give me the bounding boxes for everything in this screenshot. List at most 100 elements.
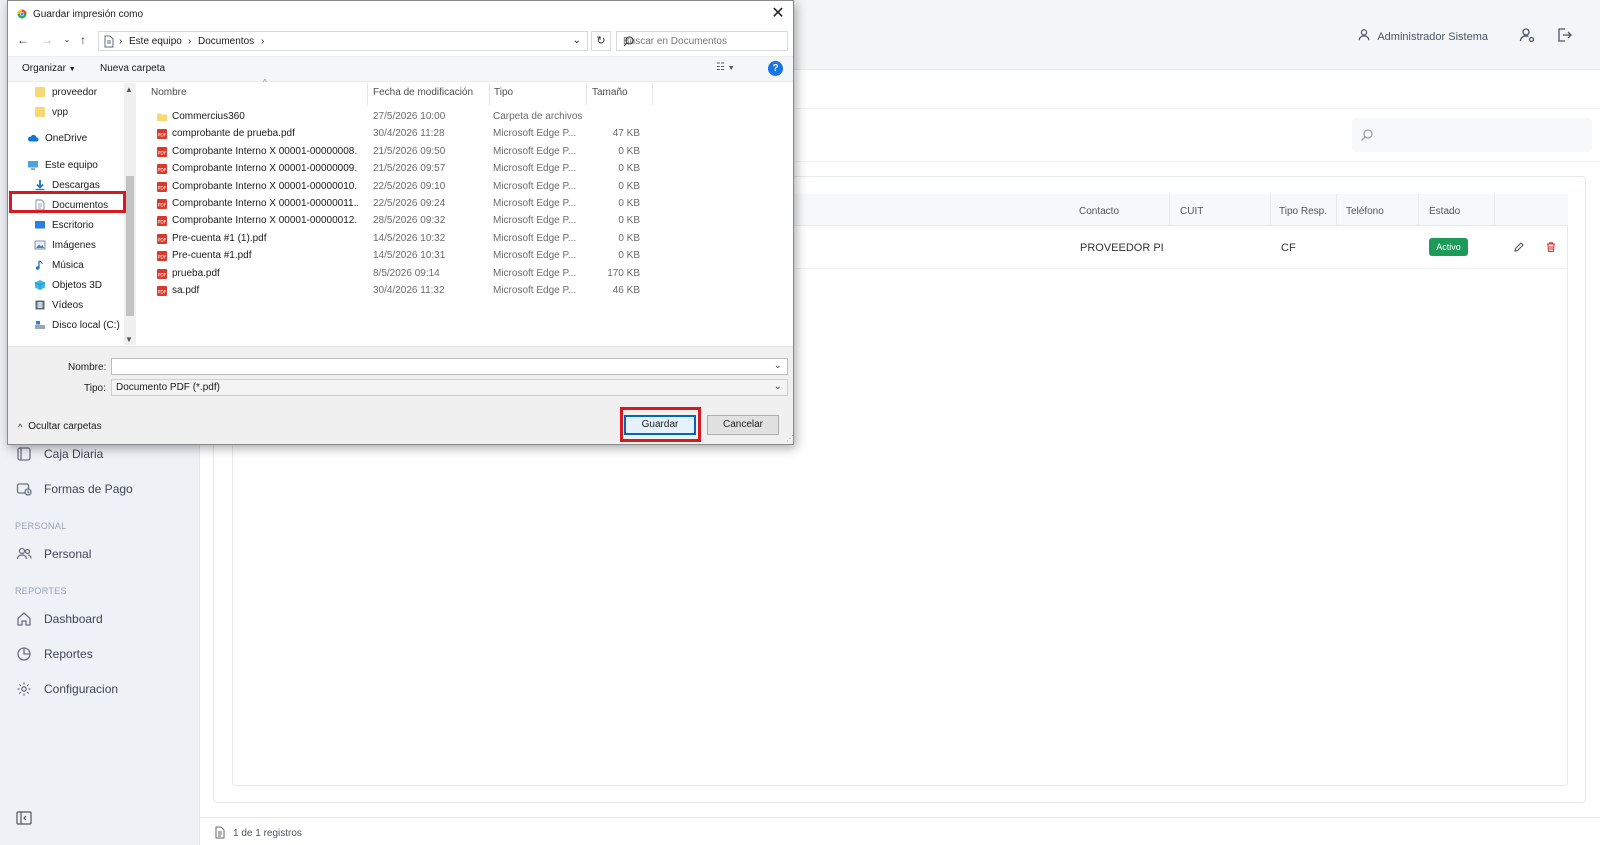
col-cuit[interactable]: CUIT <box>1180 206 1203 217</box>
dialog-search-input[interactable]: Buscar en Documentos <box>616 31 788 51</box>
close-icon[interactable]: ✕ <box>769 5 787 23</box>
file-name: Commercius360 <box>172 111 245 122</box>
col-separator[interactable] <box>586 83 587 105</box>
file-name: Comprobante Interno X 00001-00000010.... <box>172 180 358 192</box>
pdf-icon: PDF <box>156 250 168 262</box>
users-icon <box>16 546 32 562</box>
cancel-button[interactable]: Cancelar <box>707 415 779 435</box>
user-settings-icon[interactable] <box>1518 26 1536 44</box>
chevron-down-icon: ⌄ <box>773 381 782 392</box>
nav-item-este-equipo[interactable]: Este equipo <box>27 157 98 173</box>
nav-item-onedrive[interactable]: OneDrive <box>27 130 87 146</box>
folder-icon <box>34 106 46 118</box>
forward-arrow-icon[interactable]: → <box>40 33 54 47</box>
nav-item-videos[interactable]: Vídeos <box>34 297 83 313</box>
col-tamano[interactable]: Tamaño <box>592 87 628 98</box>
file-type-select[interactable]: Documento PDF (*.pdf) ⌄ <box>111 379 788 396</box>
scroll-down-icon[interactable]: ▼ <box>125 335 133 344</box>
documents-small-icon <box>103 35 115 48</box>
file-row[interactable]: PDF Comprobante Interno X 00001-00000012.… <box>156 213 646 230</box>
file-type: Microsoft Edge P... <box>493 145 577 157</box>
file-row[interactable]: Commercius360 27/5/2026 10:00 Carpeta de a… <box>156 109 646 126</box>
navigation-bar: ← → ⌄ ↑ › Este equipo › Documentos › ⌄ ↻… <box>8 29 793 53</box>
home-icon <box>16 611 32 627</box>
col-tipo[interactable]: Tipo <box>494 87 513 98</box>
col-telefono[interactable]: Teléfono <box>1346 206 1384 217</box>
breadcrumb-este-equipo[interactable]: Este equipo <box>129 36 182 47</box>
col-separator[interactable] <box>489 83 490 105</box>
nav-item-vpp[interactable]: vpp <box>34 104 68 120</box>
nav-item-label: Disco local (C:) <box>52 319 120 331</box>
breadcrumb-chevron-icon[interactable]: › <box>261 36 264 47</box>
nav-item-objetos-3d[interactable]: Objetos 3D <box>34 277 102 293</box>
refresh-icon[interactable]: ↻ <box>591 31 611 51</box>
folder-icon <box>156 111 168 123</box>
nav-item-escritorio[interactable]: Escritorio <box>34 217 94 233</box>
file-row[interactable]: PDF Comprobante Interno X 00001-00000008.… <box>156 144 646 161</box>
edit-icon[interactable] <box>1513 240 1525 252</box>
breadcrumb-documentos[interactable]: Documentos <box>198 36 254 47</box>
col-fecha[interactable]: Fecha de modificación <box>373 87 473 98</box>
file-row[interactable]: PDF Pre-cuenta #1.pdf 14/5/2026 10:31 Micro… <box>156 248 646 265</box>
file-date: 28/5/2026 09:32 <box>373 215 446 227</box>
file-name-input[interactable]: ⌄ <box>111 358 788 375</box>
nav-pane-scroll-thumb[interactable] <box>126 176 134 316</box>
file-name: Comprobante Interno X 00001-00000008.... <box>172 145 358 157</box>
file-name: Comprobante Interno X 00001-00000009.... <box>172 163 358 175</box>
svg-text:PDF: PDF <box>158 185 167 191</box>
col-contacto[interactable]: Contacto <box>1079 206 1119 217</box>
address-bar[interactable]: › Este equipo › Documentos › ⌄ <box>98 31 588 51</box>
file-row[interactable]: PDF prueba.pdf 8/5/2026 09:14 Microsoft Edg… <box>156 266 646 283</box>
svg-text:PDF: PDF <box>158 237 167 243</box>
music-icon <box>34 259 46 271</box>
col-separator[interactable] <box>367 83 368 105</box>
scroll-up-icon[interactable]: ▲ <box>125 85 133 94</box>
sidebar-item-dashboard[interactable]: Dashboard <box>16 608 103 630</box>
hide-folders-toggle[interactable]: ^ Ocultar carpetas <box>18 421 102 432</box>
nav-item-disco-local[interactable]: Disco local (C:) <box>34 317 120 333</box>
svg-text:PDF: PDF <box>158 272 167 278</box>
file-row[interactable]: PDF Comprobante Interno X 00001-00000011.… <box>156 196 646 213</box>
file-row[interactable]: PDF Comprobante Interno X 00001-00000010.… <box>156 179 646 196</box>
file-name: comprobante de prueba.pdf <box>172 128 295 140</box>
search-placeholder: Buscar en Documentos <box>623 36 727 47</box>
search-input[interactable] <box>1352 118 1592 152</box>
nav-item-musica[interactable]: Música <box>34 257 84 273</box>
nav-item-proveedor[interactable]: proveedor <box>34 84 97 100</box>
file-size: 0 KB <box>618 163 640 175</box>
file-row[interactable]: PDF comprobante de prueba.pdf 30/4/2026 11… <box>156 126 646 143</box>
file-row[interactable]: PDF sa.pdf 30/4/2026 11:32 Microsoft Edge P… <box>156 283 646 300</box>
col-nombre[interactable]: Nombre <box>151 87 187 98</box>
file-row[interactable]: PDF Comprobante Interno X 00001-00000009.… <box>156 161 646 178</box>
col-separator[interactable] <box>652 83 653 105</box>
view-options-icon[interactable]: ☷ ▼ <box>716 62 746 76</box>
dialog-title-bar[interactable]: Guardar impresión como ✕ <box>8 1 793 27</box>
delete-icon[interactable] <box>1545 240 1557 253</box>
back-arrow-icon[interactable]: ← <box>16 33 30 47</box>
organize-button[interactable]: Organizar ▼ <box>22 63 76 74</box>
col-tipo-resp[interactable]: Tipo Resp. <box>1279 206 1327 217</box>
sidebar-item-reportes[interactable]: Reportes <box>16 643 93 665</box>
nav-item-label: Música <box>52 259 84 271</box>
sidebar-item-configuracion[interactable]: Configuracion <box>16 678 118 700</box>
svg-text:PDF: PDF <box>158 150 167 156</box>
chevron-down-icon[interactable]: ⌄ <box>573 35 581 46</box>
nav-item-imagenes[interactable]: Imágenes <box>34 237 96 253</box>
chevron-down-icon[interactable]: ⌄ <box>774 360 782 371</box>
new-folder-button[interactable]: Nueva carpeta <box>100 63 165 74</box>
logout-icon[interactable] <box>1555 26 1573 44</box>
help-icon[interactable]: ? <box>768 61 783 76</box>
resize-grip-icon[interactable]: ⋰ <box>786 434 794 443</box>
recent-locations-chevron-icon[interactable]: ⌄ <box>60 33 74 47</box>
col-estado[interactable]: Estado <box>1429 206 1460 217</box>
user-menu[interactable]: Administrador Sistema <box>1357 28 1488 45</box>
sidebar-item-personal[interactable]: Personal <box>16 543 91 565</box>
sidebar-item-formas-de-pago[interactable]: Formas de Pago <box>16 478 133 500</box>
name-label: Nombre: <box>68 362 107 373</box>
sidebar-item-caja-diaria[interactable]: Caja Diaria <box>16 443 103 465</box>
file-name: Comprobante Interno X 00001-00000012.... <box>172 215 358 227</box>
up-arrow-icon[interactable]: ↑ <box>76 33 90 47</box>
file-row[interactable]: PDF Pre-cuenta #1 (1).pdf 14/5/2026 10:32 M… <box>156 231 646 248</box>
sidebar-collapse-icon[interactable] <box>16 811 32 825</box>
svg-text:PDF: PDF <box>158 289 167 295</box>
